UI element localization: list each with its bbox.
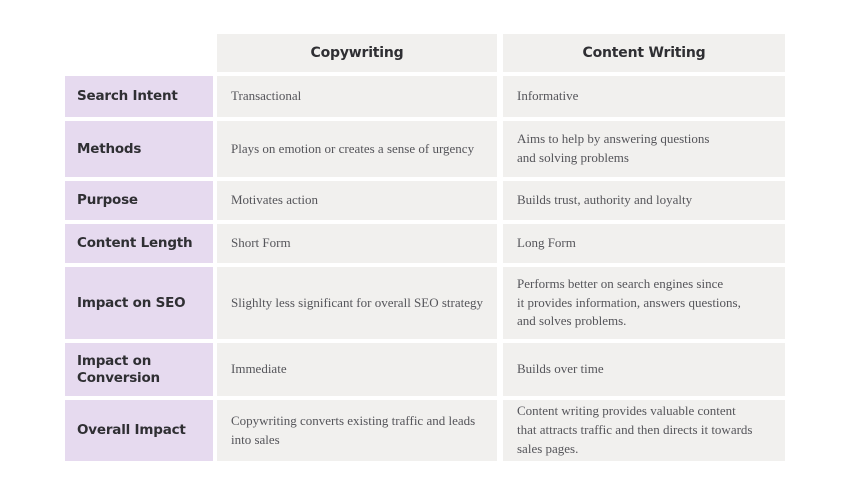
row-label-search-intent: Search Intent <box>65 76 213 117</box>
cell-content-writing-overall-impact: Content writing provides valuable conten… <box>503 400 785 461</box>
cell-content-writing-purpose: Builds trust, authority and loyalty <box>503 181 785 220</box>
row-label-impact-on-seo: Impact on SEO <box>65 267 213 339</box>
cell-copywriting-purpose: Motivates action <box>217 181 497 220</box>
cell-content-writing-impact-on-conversion: Builds over time <box>503 343 785 396</box>
table-row: Purpose Motivates action Builds trust, a… <box>65 181 785 220</box>
table-row: Overall Impact Copywriting converts exis… <box>65 400 785 461</box>
cell-copywriting-content-length: Short Form <box>217 224 497 263</box>
header-cell-copywriting: Copywriting <box>217 34 497 72</box>
row-label-methods: Methods <box>65 121 213 177</box>
table-row: Content Length Short Form Long Form <box>65 224 785 263</box>
row-label-overall-impact: Overall Impact <box>65 400 213 461</box>
cell-content-writing-search-intent: Informative <box>503 76 785 117</box>
header-cell-content-writing: Content Writing <box>503 34 785 72</box>
row-label-purpose: Purpose <box>65 181 213 220</box>
cell-copywriting-overall-impact: Copywriting converts existing traffic an… <box>217 400 497 461</box>
cell-copywriting-impact-on-seo: Slighlty less significant for overall SE… <box>217 267 497 339</box>
cell-content-writing-methods: Aims to help by answering questions and … <box>503 121 785 177</box>
cell-copywriting-search-intent: Transactional <box>217 76 497 117</box>
cell-copywriting-impact-on-conversion: Immediate <box>217 343 497 396</box>
table-row: Search Intent Transactional Informative <box>65 76 785 117</box>
table-row: Methods Plays on emotion or creates a se… <box>65 121 785 177</box>
row-label-impact-on-conversion: Impact on Conversion <box>65 343 213 396</box>
cell-content-writing-impact-on-seo: Performs better on search engines since … <box>503 267 785 339</box>
cell-copywriting-methods: Plays on emotion or creates a sense of u… <box>217 121 497 177</box>
table-row: Impact on Conversion Immediate Builds ov… <box>65 343 785 396</box>
header-cell-attribute <box>65 34 213 72</box>
comparison-table: Copywriting Content Writing Search Inten… <box>65 34 785 465</box>
cell-content-writing-content-length: Long Form <box>503 224 785 263</box>
table-header-row: Copywriting Content Writing <box>65 34 785 72</box>
row-label-content-length: Content Length <box>65 224 213 263</box>
table-row: Impact on SEO Slighlty less significant … <box>65 267 785 339</box>
